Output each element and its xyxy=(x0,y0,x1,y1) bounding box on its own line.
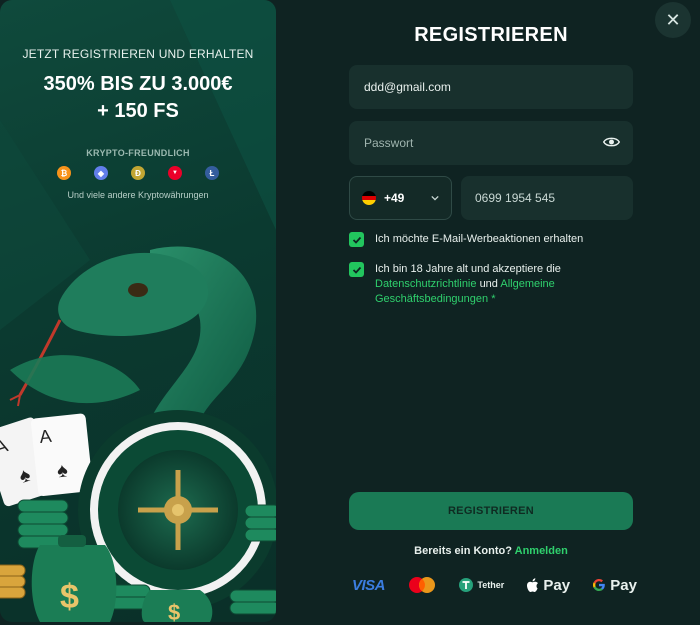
tron-icon: ▼ xyxy=(168,166,182,180)
eye-icon[interactable] xyxy=(603,135,620,149)
close-icon: ✕ xyxy=(665,9,681,30)
email-field[interactable]: ddd@gmail.com xyxy=(349,65,633,109)
visa-logo: VISA xyxy=(352,576,386,594)
country-code-value: +49 xyxy=(384,191,405,205)
germany-flag-icon xyxy=(362,191,376,205)
login-prompt-text: Bereits ein Konto? xyxy=(414,545,512,557)
svg-text:$: $ xyxy=(60,578,79,616)
terms-label: Ich bin 18 Jahre alt und akzeptiere die … xyxy=(375,262,561,307)
close-button[interactable]: ✕ xyxy=(655,2,691,38)
form-title: REGISTRIEREN xyxy=(414,24,568,46)
litecoin-icon: Ł xyxy=(205,166,219,180)
crypto-icons: ₿ ◆ Ð ▼ Ł xyxy=(0,166,276,180)
terms-consent-row: Ich bin 18 Jahre alt und akzeptiere die … xyxy=(349,262,639,307)
ethereum-icon: ◆ xyxy=(94,166,108,180)
terms-and: und xyxy=(479,278,498,290)
payment-methods: VISA Tether Pay Pay xyxy=(352,573,637,597)
privacy-policy-link[interactable]: Datenschutzrichtlinie xyxy=(375,278,477,290)
apple-pay-text: Pay xyxy=(543,576,571,594)
crypto-note: Und viele andere Kryptowährungen xyxy=(67,190,209,200)
google-pay-text: Pay xyxy=(610,576,637,594)
dogecoin-icon: Ð xyxy=(131,166,145,180)
chevron-down-icon xyxy=(431,195,439,201)
mastercard-logo xyxy=(409,577,436,593)
marketing-label: Ich möchte E-Mail-Werbeaktionen erhalten xyxy=(375,233,584,245)
phone-value: 0699 1954 545 xyxy=(475,191,556,205)
password-placeholder: Passwort xyxy=(364,136,414,150)
promo-headline-line1: 350% BIS ZU 3.000€ xyxy=(43,73,233,95)
country-code-select[interactable]: +49 xyxy=(349,176,452,220)
email-value: ddd@gmail.com xyxy=(364,80,451,94)
phone-field[interactable]: 0699 1954 545 xyxy=(461,176,633,220)
marketing-consent-row: Ich möchte E-Mail-Werbeaktionen erhalten xyxy=(349,232,639,247)
promo-text: JETZT REGISTRIEREN UND ERHALTEN 350% BIS… xyxy=(0,47,276,125)
svg-text:$: $ xyxy=(168,600,180,622)
terms-prefix: Ich bin 18 Jahre alt und akzeptiere die xyxy=(375,263,561,275)
tether-text: Tether xyxy=(477,580,505,590)
terms-checkbox[interactable] xyxy=(349,262,364,277)
terms-link-part2[interactable]: Geschäftsbedingungen xyxy=(375,293,488,305)
google-pay-logo: Pay xyxy=(592,577,637,594)
required-mark: * xyxy=(491,293,496,305)
login-link[interactable]: Anmelden xyxy=(515,545,568,557)
promo-subtitle: JETZT REGISTRIEREN UND ERHALTEN xyxy=(22,47,254,61)
bitcoin-icon: ₿ xyxy=(57,166,71,180)
google-icon xyxy=(593,579,606,591)
apple-pay-logo: Pay xyxy=(526,577,570,594)
promo-panel: A ♠ A ♠ $ $ JETZT REGISTRIEREN UND ERHAL… xyxy=(0,0,276,622)
crypto-label: KRYPTO-FREUNDLICH xyxy=(86,148,190,158)
login-prompt: Bereits ein Konto? Anmelden xyxy=(349,545,633,557)
check-icon xyxy=(352,266,361,274)
tether-icon xyxy=(459,578,474,592)
promo-headline: 350% BIS ZU 3.000€ + 150 FS xyxy=(0,71,276,125)
marketing-checkbox[interactable] xyxy=(349,232,364,247)
apple-icon xyxy=(527,577,539,592)
terms-link-part1[interactable]: Allgemeine xyxy=(500,278,554,290)
promo-headline-line2: + 150 FS xyxy=(97,100,179,122)
check-icon xyxy=(352,236,361,244)
tether-logo: Tether xyxy=(459,578,504,592)
registration-modal: A ♠ A ♠ $ $ JETZT REGISTRIEREN UND ERHAL… xyxy=(0,0,700,625)
register-button[interactable]: REGISTRIEREN xyxy=(349,492,633,530)
password-field[interactable]: Passwort xyxy=(349,121,633,165)
svg-text:A: A xyxy=(38,426,52,447)
